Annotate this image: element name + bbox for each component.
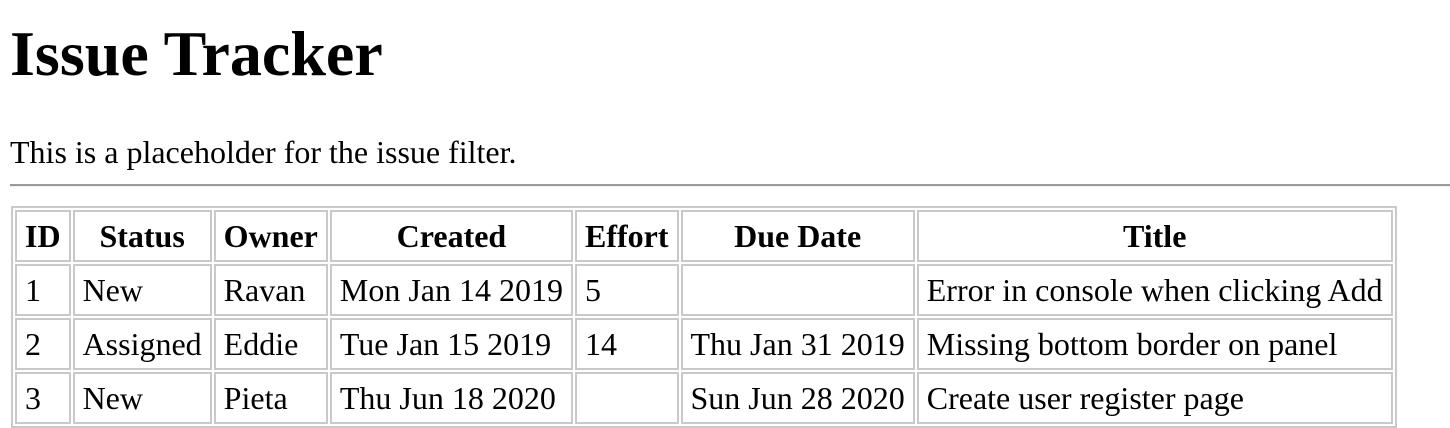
cell-status: New <box>72 264 212 316</box>
cell-created: Thu Jun 18 2020 <box>329 372 573 424</box>
cell-effort <box>574 372 679 424</box>
cell-id: 2 <box>15 318 71 370</box>
cell-id: 3 <box>15 372 71 424</box>
column-header-id: ID <box>15 210 71 262</box>
cell-title: Missing bottom border on panel <box>916 318 1393 370</box>
table-header-row: ID Status Owner Created Effort Due Date … <box>15 210 1393 262</box>
cell-created: Mon Jan 14 2019 <box>329 264 573 316</box>
column-header-status: Status <box>72 210 212 262</box>
issue-table: ID Status Owner Created Effort Due Date … <box>11 206 1397 428</box>
cell-due-date: Thu Jan 31 2019 <box>680 318 915 370</box>
cell-owner: Eddie <box>213 318 328 370</box>
cell-owner: Ravan <box>213 264 328 316</box>
column-header-owner: Owner <box>213 210 328 262</box>
column-header-created: Created <box>329 210 573 262</box>
cell-status: Assigned <box>72 318 212 370</box>
table-row: 1 New Ravan Mon Jan 14 2019 5 Error in c… <box>15 264 1393 316</box>
cell-due-date: Sun Jun 28 2020 <box>680 372 915 424</box>
cell-effort: 14 <box>574 318 679 370</box>
cell-title: Create user register page <box>916 372 1393 424</box>
column-header-title: Title <box>916 210 1393 262</box>
divider <box>10 184 1450 187</box>
cell-owner: Pieta <box>213 372 328 424</box>
cell-created: Tue Jan 15 2019 <box>329 318 573 370</box>
page-title: Issue Tracker <box>10 18 383 89</box>
issue-filter-placeholder: This is a placeholder for the issue filt… <box>10 134 517 170</box>
cell-effort: 5 <box>574 264 679 316</box>
cell-id: 1 <box>15 264 71 316</box>
cell-status: New <box>72 372 212 424</box>
cell-title: Error in console when clicking Add <box>916 264 1393 316</box>
cell-due-date <box>680 264 915 316</box>
table-row: 2 Assigned Eddie Tue Jan 15 2019 14 Thu … <box>15 318 1393 370</box>
column-header-effort: Effort <box>574 210 679 262</box>
table-row: 3 New Pieta Thu Jun 18 2020 Sun Jun 28 2… <box>15 372 1393 424</box>
column-header-due-date: Due Date <box>680 210 915 262</box>
